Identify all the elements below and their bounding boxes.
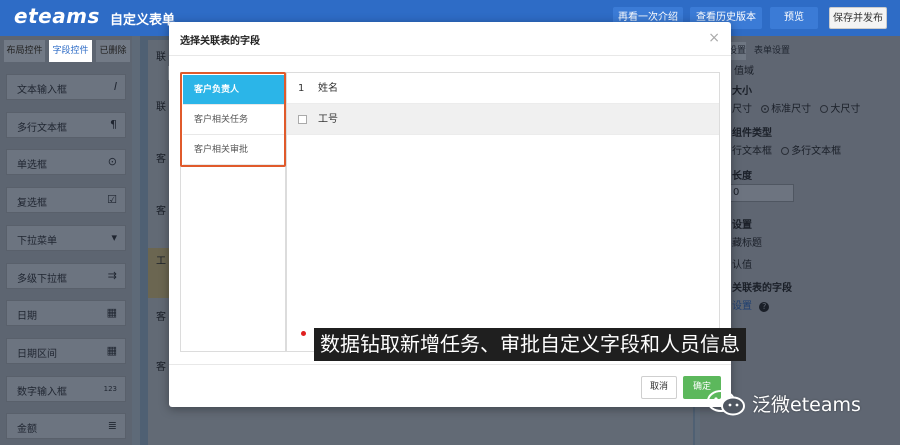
- eteams-logo: eteams: [14, 4, 100, 28]
- help-icon[interactable]: ?: [759, 302, 770, 312]
- control-item[interactable]: 下拉菜单 ▾: [6, 224, 126, 251]
- tab-field-controls[interactable]: 字段控件: [49, 40, 92, 62]
- calendar-icon: ▦: [106, 306, 117, 320]
- control-item[interactable]: 数字输入框 123: [6, 375, 126, 402]
- close-icon[interactable]: ×: [708, 30, 720, 46]
- paragraph-icon: ¶: [110, 117, 117, 131]
- control-item[interactable]: 文本输入框 𝐼: [6, 74, 126, 100]
- number-icon: 123: [103, 384, 117, 393]
- wechat-icon: [707, 390, 745, 416]
- component-type-title: 组件类型: [732, 128, 772, 139]
- related-fields-title: 关联表的字段: [732, 283, 792, 294]
- video-caption: 数据钻取新增任务、审批自定义字段和人员信息: [314, 328, 746, 361]
- control-item[interactable]: 多行文本框 ¶: [6, 111, 126, 138]
- canvas-field-label: 联: [156, 102, 166, 113]
- field-row[interactable]: 工号: [287, 104, 719, 135]
- control-item[interactable]: 日期 ▦: [6, 300, 126, 327]
- size-title: 大小: [732, 86, 752, 97]
- control-item-label: 日期区间: [17, 348, 57, 360]
- settings-title: 设置: [732, 220, 752, 231]
- dialog-title: 选择关联表的字段: [180, 36, 260, 47]
- dialog-header: 选择关联表的字段 ×: [169, 22, 731, 56]
- calendar-range-icon: ▦: [106, 343, 117, 357]
- left-control-panel: 布局控件 字段控件 已删除 文本输入框 𝐼 多行文本框 ¶ 单选框 ⊙ 复选框 ☑ 下拉菜单 ▾ 多…: [0, 36, 132, 445]
- save-publish-button[interactable]: 保存并发布: [829, 7, 887, 29]
- hide-title-option[interactable]: 藏标题: [732, 234, 762, 249]
- canvas-field-label: 客: [156, 362, 166, 373]
- length-input[interactable]: 0: [724, 184, 794, 202]
- control-item-label: 多行文本框: [17, 122, 67, 134]
- control-tabs: 布局控件 字段控件 已删除: [0, 40, 132, 62]
- control-item[interactable]: 金额 ≣: [6, 413, 126, 440]
- tab-form-settings[interactable]: 表单设置: [754, 42, 798, 60]
- field-list: 1 姓名 工号: [286, 72, 720, 352]
- size-option-small[interactable]: 尺寸: [732, 104, 752, 115]
- control-item-label: 日期: [17, 311, 37, 323]
- checkbox-icon: ☑: [107, 193, 117, 207]
- canvas-field-label: 联: [156, 52, 166, 63]
- field-name: 工号: [318, 114, 338, 125]
- tab-layout-controls[interactable]: 布局控件: [4, 40, 45, 62]
- radio-icon: ⊙: [107, 155, 117, 169]
- canvas-field-label: 客: [156, 206, 166, 217]
- preview-button[interactable]: 预览: [770, 7, 818, 29]
- control-item-label: 下拉菜单: [17, 235, 57, 247]
- related-table-list: 客户负责人 客户相关任务 客户相关审批: [180, 72, 286, 352]
- control-item-label: 金额: [17, 424, 37, 436]
- canvas-field-label: 客: [156, 154, 166, 165]
- field-row[interactable]: 1 姓名: [287, 73, 719, 104]
- radio-icon[interactable]: [781, 147, 790, 155]
- control-item-label: 多级下拉框: [17, 273, 67, 285]
- red-dot-marker: [301, 331, 306, 336]
- size-option-standard[interactable]: 标准尺寸: [771, 104, 811, 115]
- related-fields-setting-link[interactable]: 设置 ?: [732, 297, 770, 312]
- default-value-option[interactable]: 认值: [732, 256, 752, 271]
- dialog-footer: 取消 确定: [169, 364, 731, 407]
- coins-icon: ≣: [107, 419, 117, 433]
- length-value: 0: [733, 187, 740, 198]
- related-tab-customer-approvals[interactable]: 客户相关审批: [183, 135, 285, 165]
- value-hint: 值域: [734, 66, 754, 77]
- tab-deleted[interactable]: 已删除: [96, 40, 130, 62]
- caret-down-icon: ▾: [111, 230, 117, 244]
- length-title: 长度: [732, 171, 752, 182]
- control-item[interactable]: 日期区间 ▦: [6, 337, 126, 364]
- control-item-label: 单选框: [17, 160, 47, 172]
- multi-select-icon: ⇉: [107, 268, 117, 282]
- size-option-large[interactable]: 大尺寸: [830, 104, 860, 115]
- size-options: 尺寸 标准尺寸 大尺寸: [732, 100, 860, 115]
- cancel-button[interactable]: 取消: [641, 376, 677, 399]
- radio-selected-icon[interactable]: [761, 105, 770, 113]
- field-name: 姓名: [318, 83, 338, 94]
- control-item[interactable]: 单选框 ⊙: [6, 149, 126, 176]
- control-item-label: 复选框: [17, 198, 47, 210]
- app-title: 自定义表单: [110, 13, 176, 28]
- related-tab-customer-owner[interactable]: 客户负责人: [183, 75, 285, 105]
- control-item[interactable]: 多级下拉框 ⇉: [6, 262, 126, 289]
- radio-icon[interactable]: [820, 105, 829, 113]
- related-fields-link-text[interactable]: 设置: [732, 301, 752, 312]
- checkbox-icon[interactable]: [298, 115, 307, 124]
- control-item-label: 文本输入框: [17, 85, 67, 96]
- canvas-field-label: 客: [156, 312, 166, 323]
- component-type-options: 行文本框 多行文本框: [732, 142, 841, 157]
- related-tab-customer-tasks[interactable]: 客户相关任务: [183, 105, 285, 135]
- type-option-single[interactable]: 行文本框: [732, 146, 772, 157]
- type-option-multi[interactable]: 多行文本框: [791, 146, 841, 157]
- canvas-field-label: 工: [156, 256, 166, 267]
- control-item-label: 数字输入框: [17, 386, 67, 398]
- watermark-text: 泛微eteams: [752, 394, 861, 416]
- text-input-icon: 𝐼: [113, 80, 117, 93]
- control-item[interactable]: 复选框 ☑: [6, 187, 126, 214]
- field-index: 1: [298, 83, 305, 94]
